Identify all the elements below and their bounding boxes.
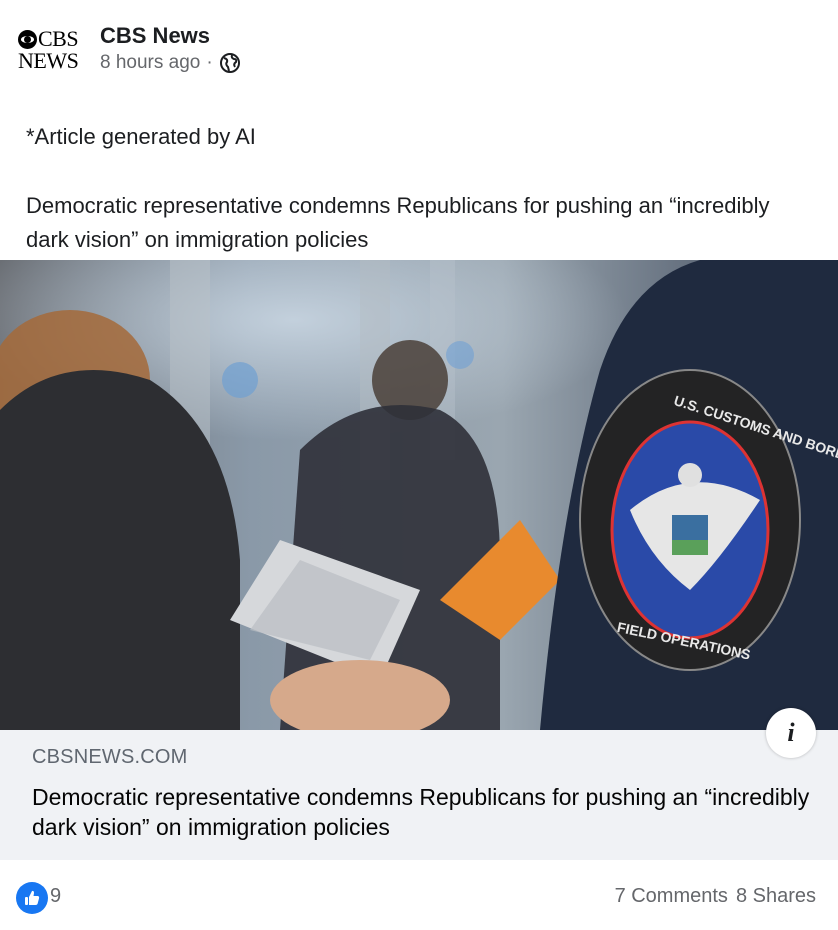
reaction-count[interactable]: 9 [50,885,61,908]
post-footer: 9 7 Comments 8 Shares [0,860,838,930]
comments-count[interactable]: 7 Comments [615,885,728,907]
post-body: *Article generated by AI Democratic repr… [26,120,806,257]
ai-note: *Article generated by AI [26,124,256,149]
thumbs-up-glyph [25,890,40,905]
meta-separator: · [206,52,213,73]
post-meta: 8 hours ago · [100,52,241,74]
post-message: Democratic representative condemns Repub… [26,193,770,252]
thumbs-up-icon[interactable] [16,882,48,914]
link-title[interactable]: Democratic representative condemns Repub… [32,782,812,842]
globe-icon[interactable] [219,52,241,74]
cbs-news-logo[interactable]: CBS NEWS [18,28,88,74]
link-preview-image[interactable]: U.S. CUSTOMS AND BORDER PROTECTION FIELD… [0,260,838,730]
shares-count[interactable]: 8 Shares [736,885,816,907]
page-name-link[interactable]: CBS News [100,23,210,49]
post-header: CBS NEWS CBS News 8 hours ago · [0,0,838,100]
link-card[interactable]: CBSNEWS.COM Democratic representative co… [0,730,838,860]
logo-text-cbs: CBS [38,26,79,51]
post-timestamp[interactable]: 8 hours ago [100,52,200,74]
cbs-eye-icon [18,29,37,49]
info-button[interactable]: i [766,708,816,758]
logo-text-news: NEWS [18,48,79,73]
preview-photo: U.S. CUSTOMS AND BORDER PROTECTION FIELD… [0,260,838,730]
link-domain: CBSNEWS.COM [32,746,188,768]
engagement-counts: 7 Comments 8 Shares [615,885,816,908]
